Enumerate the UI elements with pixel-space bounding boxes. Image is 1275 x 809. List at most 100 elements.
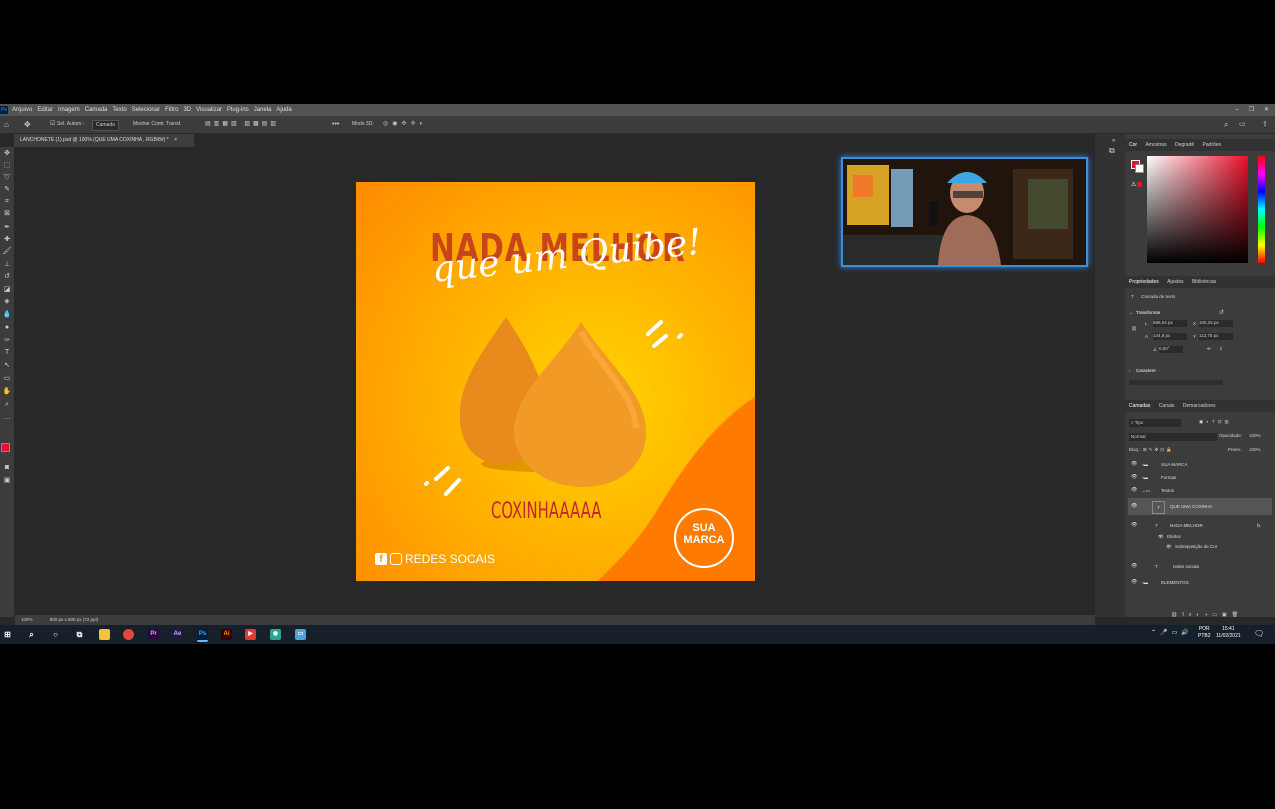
more-options-icon[interactable]: ••• [332, 116, 339, 133]
close-window-button[interactable]: ✕ [1264, 104, 1269, 116]
frame-tool-icon[interactable]: ⊠ [2, 209, 12, 219]
character-section-chevron-icon[interactable]: › [1129, 368, 1131, 373]
brand-logo[interactable]: SUA MARCA [676, 522, 732, 546]
notifications-icon[interactable]: 🗨 [1254, 629, 1264, 638]
dodge-tool-icon[interactable]: ● [2, 323, 12, 333]
link-dimensions-icon[interactable]: ⛓ [1131, 326, 1137, 332]
bg-color-swatch[interactable] [1135, 164, 1144, 173]
obs-icon[interactable]: ◉ [270, 629, 281, 640]
photoshop-taskbar-icon[interactable]: Ps [197, 629, 208, 642]
foreground-color-swatch[interactable] [1, 443, 10, 452]
screen-mode-icon[interactable]: ▣ [2, 476, 12, 486]
auto-select-checkbox[interactable]: ☑ [50, 116, 55, 133]
width-field[interactable]: 596,04 px [1153, 320, 1187, 327]
menu-camada[interactable]: Camada [85, 104, 108, 116]
type-tool-icon[interactable]: T [2, 348, 12, 358]
menu-3d[interactable]: 3D [183, 104, 191, 116]
layer-filter-icons[interactable]: ▣◐T⊡▥ [1199, 419, 1232, 425]
search-icon[interactable]: ⌕ [1224, 116, 1228, 133]
3d-tools-icons[interactable]: ◎◉✣✢◐ [383, 116, 427, 133]
file-explorer-icon[interactable] [99, 629, 110, 640]
flip-vertical-icon[interactable]: ⇳ [1219, 346, 1223, 352]
artwork-canvas[interactable]: NADA MELHOR que um Quibe! COXINHAAAAA f … [356, 182, 755, 581]
product-label-text[interactable]: COXINHAAAAA [491, 499, 601, 524]
flip-horizontal-icon[interactable]: ⇹ [1207, 346, 1211, 352]
layer-elementos[interactable]: 👁 ›▬ ELEMENTOS [1128, 576, 1272, 589]
menu-visualizar[interactable]: Visualizar [196, 104, 222, 116]
maximize-button[interactable]: ❐ [1249, 104, 1254, 116]
move-tool-icon[interactable]: ✥ [2, 149, 12, 159]
layer-que-uma-coxinha-selected[interactable]: 👁 T QUE UMA COXINHA [1128, 498, 1272, 515]
path-select-icon[interactable]: ↖ [2, 361, 12, 371]
lasso-tool-icon[interactable]: ➰ [2, 173, 12, 183]
pen-tool-icon[interactable]: ✑ [2, 336, 12, 346]
tab-cor[interactable]: Cor [1129, 142, 1137, 148]
web-safe-swatch[interactable] [1137, 182, 1142, 187]
menu-ajuda[interactable]: Ajuda [276, 104, 291, 116]
show-transform-controls-checkbox[interactable]: Mostrar Contr. Transf. [133, 116, 181, 133]
layer-filter-dropdown[interactable]: ⌕ Tipo [1129, 419, 1181, 427]
crop-tool-icon[interactable]: ⌗ [2, 197, 12, 207]
tab-camadas[interactable]: Camadas [1129, 403, 1150, 409]
tab-amostras[interactable]: Amostras [1145, 142, 1166, 148]
eyedropper-icon[interactable]: ✒ [2, 223, 12, 233]
visibility-eye-icon[interactable]: 👁 [1131, 576, 1137, 589]
language-indicator[interactable]: POR PTB2 [1198, 626, 1211, 640]
tab-demarcadores[interactable]: Demarcadores [1183, 403, 1216, 409]
collapse-panels-icon[interactable]: » [1112, 138, 1115, 144]
color-picker-field[interactable] [1147, 156, 1248, 263]
angle-field[interactable]: 0,00° [1159, 346, 1183, 353]
home-icon[interactable]: ⌂ [4, 116, 9, 133]
transform-section-chevron-icon[interactable]: ⌄ [1129, 310, 1133, 316]
menu-texto[interactable]: Texto [112, 104, 126, 116]
menu-arquivo[interactable]: Arquivo [12, 104, 32, 116]
y-field[interactable]: 113,75 px [1199, 333, 1233, 340]
tab-ajustes[interactable]: Ajustes [1167, 279, 1183, 285]
color-overlay-row[interactable]: 👁 Sobreposição de Cor [1128, 540, 1272, 553]
history-panel-icon[interactable]: ⧉ [1109, 146, 1115, 156]
lock-icons[interactable]: ⊞✎✥⊡🔒 [1143, 447, 1174, 453]
visibility-eye-icon[interactable]: 👁 [1131, 560, 1137, 573]
clone-stamp-icon[interactable]: ⊥ [2, 260, 12, 270]
tab-padroes[interactable]: Padrões [1203, 142, 1222, 148]
history-brush-icon[interactable]: ↺ [2, 272, 12, 282]
media-app-icon[interactable]: ▶ [245, 629, 256, 640]
minimize-button[interactable]: – [1235, 104, 1238, 116]
task-view-icon[interactable]: ⧉ [74, 629, 85, 640]
menu-plugins[interactable]: Plug-ins [227, 104, 249, 116]
layer-redes-sociais[interactable]: 👁 T redes sociais [1128, 560, 1272, 573]
layer-footer-icons[interactable]: ⛓fx◐◑▭▣🗑 [1171, 612, 1243, 618]
auto-select-dropdown[interactable]: Camada [92, 120, 119, 131]
system-tray-icons[interactable]: ⌃🎤▭🔊 [1151, 629, 1193, 636]
after-effects-icon[interactable]: Ae [172, 629, 183, 640]
height-field[interactable]: 144,8 px [1153, 333, 1187, 340]
visibility-eye-icon[interactable]: 👁 [1131, 458, 1137, 471]
visibility-eye-icon[interactable]: 👁 [1131, 484, 1137, 497]
workspace-icon[interactable]: ▭ [1239, 116, 1246, 133]
opacity-value[interactable]: 100% [1249, 433, 1261, 438]
quick-mask-icon[interactable]: ◙ [2, 463, 12, 473]
layer-formas[interactable]: 👁 ›▬ Formas [1128, 471, 1272, 484]
windows-start-icon[interactable]: ⊞ [2, 629, 13, 640]
rectangle-tool-icon[interactable]: ▭ [2, 374, 12, 384]
blur-tool-icon[interactable]: 💧 [2, 310, 12, 320]
document-tab[interactable]: LANCHONETE (1).psd @ 100% (QUE UMA COXIN… [14, 134, 194, 147]
tab-propriedades[interactable]: Propriedades [1129, 279, 1159, 285]
illustrator-icon[interactable]: Ai [221, 629, 232, 640]
marquee-tool-icon[interactable]: ⬚ [2, 161, 12, 171]
search-icon[interactable]: ⌕ [26, 629, 37, 640]
character-font-field[interactable] [1129, 380, 1223, 385]
align-icons[interactable]: ▤▥▦▧ ▨▩▤▥ [205, 116, 279, 133]
menu-imagem[interactable]: Imagem [58, 104, 80, 116]
zoom-tool-icon[interactable]: ⌕ [2, 400, 12, 410]
clock[interactable]: 15:41 11/02/2021 [1216, 626, 1241, 640]
brush-tool-icon[interactable]: 🖌 [2, 247, 12, 257]
more-tools-icon[interactable]: … [2, 413, 12, 423]
share-icon[interactable]: ⇪ [1262, 116, 1268, 133]
visibility-eye-icon[interactable]: 👁 [1131, 498, 1137, 515]
tab-degrade[interactable]: Degradê [1175, 142, 1194, 148]
cortana-icon[interactable]: ○ [50, 629, 61, 640]
overlay-eye-icon[interactable]: 👁 [1166, 540, 1172, 553]
app-window-icon[interactable]: ▭ [295, 629, 306, 640]
x-field[interactable]: 100,25 px [1199, 320, 1233, 327]
